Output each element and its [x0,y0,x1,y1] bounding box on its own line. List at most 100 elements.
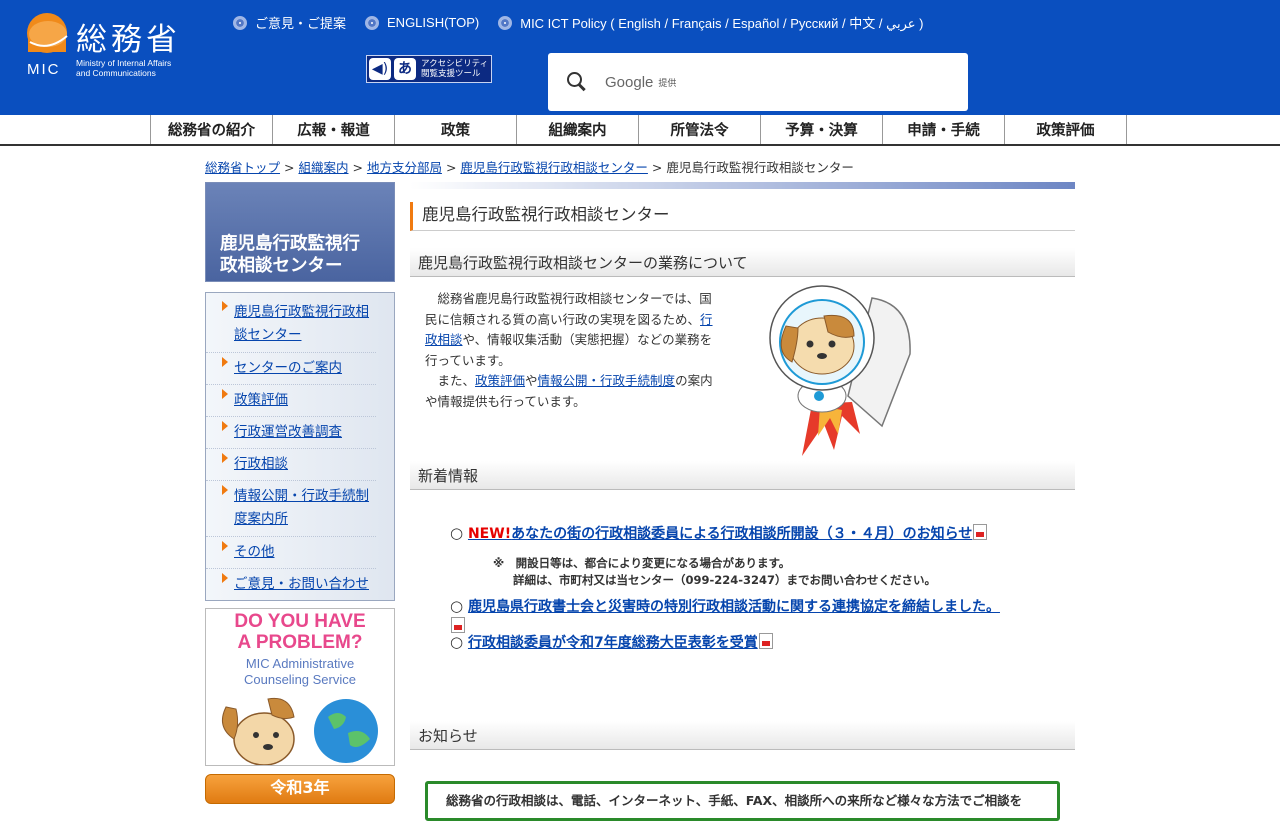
sidebar-item-label[interactable]: 鹿児島行政監視行政相談センター [234,304,369,343]
search-provided-label: 提供 [658,78,677,89]
news-link[interactable]: 鹿児島県行政書士会と災害時の特別行政相談活動に関する連携協定を締結しました。 [468,599,1000,615]
breadcrumb-separator: > [445,160,457,175]
sidebar-item-policy-evaluation[interactable]: 政策評価 [206,385,376,417]
speaker-icon: ◀) [369,58,391,80]
gradient-divider [410,182,1075,189]
news-item: ○ NEW!あなたの街の行政相談委員による行政相談所開設（３・４月）のお知らせ [450,523,1060,543]
pdf-icon [973,524,988,540]
breadcrumb-separator: > [651,160,663,175]
pdf-icon [758,633,773,649]
breadcrumb-current: 鹿児島行政監視行政相談センター [666,160,854,175]
intro-text: や、情報収集活動（実態把握）などの業務を行っています。 [425,332,713,368]
breadcrumb-link[interactable]: 総務省トップ [205,160,280,175]
news-note-line2: 詳細は、市町村又は当センター（099-224-3247）までお問い合わせください… [513,573,937,587]
page-title: 鹿児島行政監視行政相談センター [410,202,1075,231]
global-nav: 総務省の紹介 広報・報道 政策 組織案内 所管法令 予算・決算 申請・手続 政策… [0,115,1280,146]
section-heading-notices: お知らせ [410,721,1075,750]
logo-mic: MIC [27,61,61,78]
sidebar-item-label[interactable]: 行政相談 [234,456,288,472]
top-link-label: ご意見・ご提案 [255,16,347,31]
nav-item-budget[interactable]: 予算・決算 [761,115,883,144]
logo-japanese: 総務省 [76,22,181,58]
search-box[interactable]: Google 提供 [548,53,968,111]
sidebar-item-admin-survey[interactable]: 行政運営改善調査 [206,417,376,449]
nav-item-pr[interactable]: 広報・報道 [273,115,395,144]
news-bullet: ○ [450,597,464,615]
intro-text: 総務省鹿児島行政監視行政相談センターでは、国民に信頼される質の高い行政の実現を図… [425,291,712,327]
accessibility-tool-button[interactable]: ◀) あ アクセシビリティ 閲覧支援ツール [366,55,492,83]
hiragana-icon: あ [394,58,416,80]
news-link[interactable]: NEW!あなたの街の行政相談委員による行政相談所開設（３・４月）のお知らせ [468,526,972,542]
sidebar-item-disclosure[interactable]: 情報公開・行政手続制度案内所 [206,481,376,537]
nav-item-evaluation[interactable]: 政策評価 [1005,115,1127,144]
sidebar-title-line1: 鹿児島行政監視行 [220,234,360,254]
info-box: 総務省の行政相談は、電話、インターネット、手紙、FAX、相談所への来所など様々な… [425,781,1060,821]
nav-item-laws[interactable]: 所管法令 [639,115,761,144]
news-bullet: ○ [450,524,464,542]
radio-bullet-icon [498,15,513,30]
banner-subtitle-line1: MIC Administrative [245,656,355,671]
sidebar-item-contact[interactable]: ご意見・お問い合わせ [206,569,376,600]
search-icon[interactable] [566,71,588,93]
sidebar-item-label[interactable]: センターのご案内 [234,360,342,376]
sidebar-menu: 鹿児島行政監視行政相談センター センターのご案内 政策評価 行政運営改善調査 行… [205,292,395,601]
news-link-text: あなたの街の行政相談委員による行政相談所開設（３・４月）のお知らせ [511,526,973,542]
banner-subtitle: MIC Administrative Counseling Service [206,656,394,688]
new-badge: NEW! [467,526,512,542]
logo-english: Ministry of Internal Affairs and Communi… [76,58,171,78]
link-disclosure[interactable]: 情報公開・行政手続制度 [538,373,676,388]
nav-item-policy[interactable]: 政策 [395,115,517,144]
sidebar-item-counseling[interactable]: 行政相談 [206,449,376,481]
news-item: ○ 鹿児島県行政書士会と災害時の特別行政相談活動に関する連携協定を締結しました。 [450,596,1060,637]
breadcrumb-link[interactable]: 鹿児島行政監視行政相談センター [460,160,648,175]
sidebar-item-label[interactable]: 情報公開・行政手続制度案内所 [234,488,369,527]
logo-english-line1: Ministry of Internal Affairs [76,58,172,68]
top-link-opinion[interactable]: ご意見・ご提案 [233,13,346,32]
sidebar-item-guide[interactable]: センターのご案内 [206,353,376,385]
radio-bullet-icon [365,15,380,30]
sidebar-item-label[interactable]: ご意見・お問い合わせ [234,576,369,592]
banner-subtitle-line2: Counseling Service [243,672,356,687]
intro-paragraph: 総務省鹿児島行政監視行政相談センターでは、国民に信頼される質の高い行政の実現を図… [425,289,715,412]
sidebar-item-label[interactable]: 行政運営改善調査 [234,424,342,440]
sidebar-item-other[interactable]: その他 [206,537,376,569]
breadcrumb: 総務省トップ > 組織案内 > 地方支分部局 > 鹿児島行政監視行政相談センター… [205,157,854,176]
astronaut-mascot-illustration [769,285,911,456]
top-link-label: MIC ICT Policy ( English / Français / Es… [520,16,924,31]
news-link[interactable]: 行政相談委員が令和7年度総務大臣表彰を受賞 [468,635,758,651]
intro-text: また、 [425,373,476,388]
section-heading-news: 新着情報 [410,461,1075,490]
nav-item-applications[interactable]: 申請・手続 [883,115,1005,144]
search-brand: Google [605,73,654,91]
nav-item-organization[interactable]: 組織案内 [517,115,639,144]
accessibility-label-line1: アクセシビリティ [421,59,489,69]
logo-sphere-icon [27,13,68,53]
accessibility-label-line2: 閲覧支援ツール [421,69,481,79]
mic-logo[interactable]: 総務省 MIC Ministry of Internal Affairs and… [26,12,216,82]
sidebar-item-label[interactable]: その他 [234,544,275,560]
nav-item-about[interactable]: 総務省の紹介 [151,115,273,144]
news-note-line1: ※ 開設日等は、都合により変更になる場合があります。 [493,556,791,570]
breadcrumb-separator: > [352,160,363,175]
news-item: ○ 行政相談委員が令和7年度総務大臣表彰を受賞 [450,632,1060,652]
logo-english-line2: and Communications [76,68,156,78]
top-link-english[interactable]: ENGLISH(TOP) [365,13,479,32]
banner-title-line2: A PROBLEM? [237,632,363,653]
sidebar-title-line2: 政相談センター [220,256,343,276]
section-heading-business: 鹿児島行政監視行政相談センターの業務について [410,248,1075,277]
sidebar-item-center[interactable]: 鹿児島行政監視行政相談センター [206,299,376,353]
sidebar-item-label[interactable]: 政策評価 [234,392,288,408]
intro-text: や [525,373,538,388]
counseling-service-banner[interactable]: DO YOU HAVE A PROBLEM? MIC Administrativ… [205,608,395,766]
top-link-ict-policy[interactable]: MIC ICT Policy ( English / Français / Es… [498,13,923,32]
breadcrumb-separator: > [284,160,295,175]
accessibility-label: アクセシビリティ 閲覧支援ツール [421,59,488,79]
breadcrumb-link[interactable]: 地方支分部局 [367,160,442,175]
radio-bullet-icon [233,15,247,30]
banner-title: DO YOU HAVE A PROBLEM? [206,611,394,653]
mascot-and-globe-icon [221,697,378,765]
banner-title-line1: DO YOU HAVE [234,611,366,632]
sidebar-title[interactable]: 鹿児島行政監視行 政相談センター [205,182,395,282]
breadcrumb-link[interactable]: 組織案内 [298,160,348,175]
link-policy-evaluation[interactable]: 政策評価 [475,373,525,388]
